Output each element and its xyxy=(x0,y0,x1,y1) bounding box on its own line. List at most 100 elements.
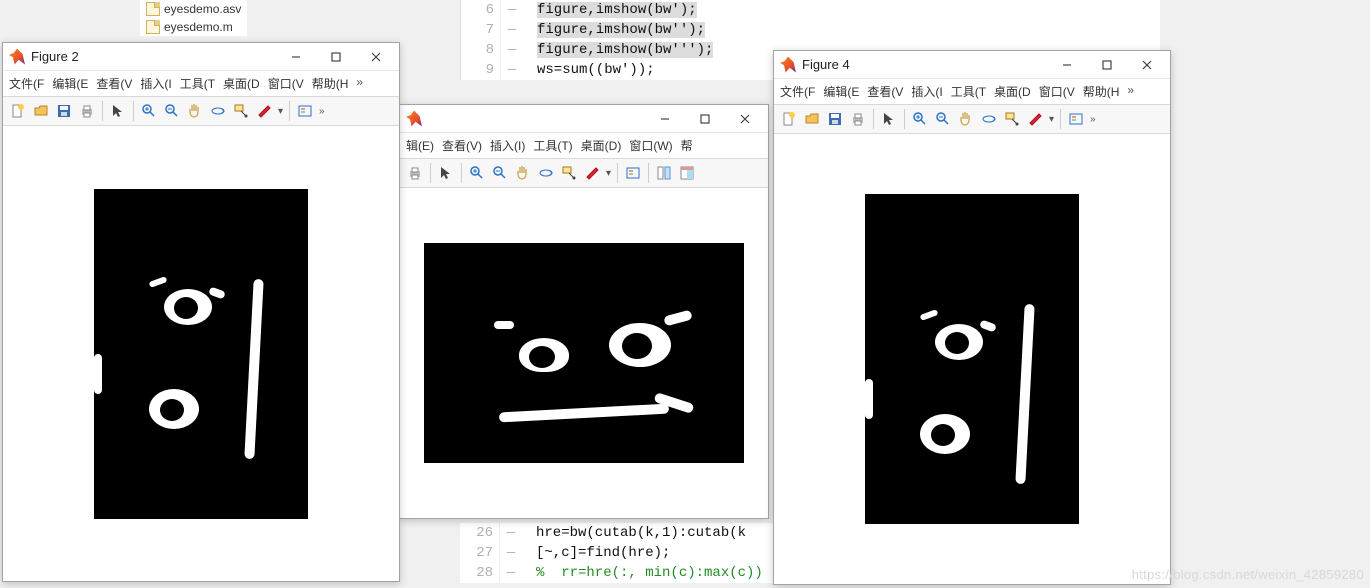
maximize-button[interactable] xyxy=(319,47,353,67)
figure-window-2[interactable]: Figure 2 文件(F 编辑(E 查看(V 插入(I 工具(T 桌面(D 窗… xyxy=(2,42,400,582)
dropdown-chevron-icon[interactable]: ▾ xyxy=(604,168,613,179)
menu-desktop[interactable]: 桌面(D xyxy=(221,74,262,93)
rotate3d-icon[interactable] xyxy=(978,108,1000,130)
zoom-in-icon[interactable] xyxy=(466,162,488,184)
menu-desktop[interactable]: 桌面(D xyxy=(992,82,1033,101)
titlebar[interactable] xyxy=(400,105,768,133)
menu-view[interactable]: 查看(V xyxy=(865,82,905,101)
pan-icon[interactable] xyxy=(955,108,977,130)
titlebar[interactable]: Figure 4 xyxy=(774,51,1170,79)
minimize-button[interactable] xyxy=(648,109,682,129)
menu-file[interactable]: 文件(F xyxy=(7,74,46,93)
save-icon[interactable] xyxy=(824,108,846,130)
menu-edit[interactable]: 编辑(E xyxy=(50,74,90,93)
print-icon[interactable] xyxy=(76,100,98,122)
menu-window[interactable]: 窗口(W) xyxy=(627,136,674,155)
panel-icon[interactable] xyxy=(676,162,698,184)
close-button[interactable] xyxy=(1130,55,1164,75)
save-icon[interactable] xyxy=(53,100,75,122)
maximize-button[interactable] xyxy=(688,109,722,129)
file-item[interactable]: eyesdemo.m xyxy=(140,18,247,36)
file-item[interactable]: eyesdemo.asv xyxy=(140,0,247,18)
menu-tools[interactable]: 工具(T xyxy=(178,74,217,93)
zoom-out-icon[interactable] xyxy=(489,162,511,184)
figure-axes[interactable] xyxy=(400,188,768,518)
insert-legend-icon[interactable] xyxy=(622,162,644,184)
brush-icon[interactable] xyxy=(253,100,275,122)
zoom-out-icon[interactable] xyxy=(161,100,183,122)
data-cursor-icon[interactable] xyxy=(1001,108,1023,130)
pan-icon[interactable] xyxy=(184,100,206,122)
insert-legend-icon[interactable] xyxy=(294,100,316,122)
open-folder-icon[interactable] xyxy=(30,100,52,122)
separator xyxy=(289,101,290,121)
menu-insert[interactable]: 插入(I xyxy=(909,82,944,101)
close-button[interactable] xyxy=(359,47,393,67)
pan-icon[interactable] xyxy=(512,162,534,184)
brush-icon[interactable] xyxy=(581,162,603,184)
separator xyxy=(904,109,905,129)
dropdown-chevron-icon[interactable]: ▾ xyxy=(1047,114,1056,125)
maximize-button[interactable] xyxy=(1090,55,1124,75)
menu-desktop[interactable]: 桌面(D) xyxy=(579,136,624,155)
menu-insert[interactable]: 插入(I) xyxy=(488,136,527,155)
pointer-icon[interactable] xyxy=(435,162,457,184)
data-cursor-icon[interactable] xyxy=(230,100,252,122)
figure-window-4[interactable]: Figure 4 文件(F 编辑(E 查看(V 插入(I 工具(T 桌面(D 窗… xyxy=(773,50,1171,585)
dropdown-chevron-icon[interactable]: ▾ xyxy=(276,106,285,117)
matlab-logo-icon xyxy=(9,49,25,65)
toolbar: ▾ » xyxy=(774,105,1170,134)
new-file-icon[interactable] xyxy=(7,100,29,122)
zoom-in-icon[interactable] xyxy=(138,100,160,122)
data-cursor-icon[interactable] xyxy=(558,162,580,184)
separator xyxy=(102,101,103,121)
titlebar[interactable]: Figure 2 xyxy=(3,43,399,71)
menu-tools[interactable]: 工具(T xyxy=(949,82,988,101)
rotate3d-icon[interactable] xyxy=(535,162,557,184)
print-icon[interactable] xyxy=(847,108,869,130)
rotate3d-icon[interactable] xyxy=(207,100,229,122)
insert-legend-icon[interactable] xyxy=(1065,108,1087,130)
pointer-icon[interactable] xyxy=(107,100,129,122)
menu-view[interactable]: 查看(V xyxy=(94,74,134,93)
minimize-button[interactable] xyxy=(279,47,313,67)
figure-axes[interactable] xyxy=(3,126,399,581)
pointer-icon[interactable] xyxy=(878,108,900,130)
menu-edit[interactable]: 辑(E) xyxy=(404,136,436,155)
zoom-in-icon[interactable] xyxy=(909,108,931,130)
open-folder-icon[interactable] xyxy=(801,108,823,130)
menu-insert[interactable]: 插入(I xyxy=(138,74,173,93)
close-button[interactable] xyxy=(728,109,762,129)
layout-icon[interactable] xyxy=(653,162,675,184)
print-icon[interactable] xyxy=(404,162,426,184)
zoom-out-icon[interactable] xyxy=(932,108,954,130)
menu-help[interactable]: 帮助(H xyxy=(1081,82,1122,101)
fold-dash: — xyxy=(501,0,523,20)
minimize-button[interactable] xyxy=(1050,55,1084,75)
menu-window[interactable]: 窗口(V xyxy=(1037,82,1077,101)
new-file-icon[interactable] xyxy=(778,108,800,130)
menu-edit[interactable]: 编辑(E xyxy=(821,82,861,101)
line-number: 6 xyxy=(461,0,501,20)
figure-window-3[interactable]: 辑(E) 查看(V) 插入(I) 工具(T) 桌面(D) 窗口(W) 帮 ▾ xyxy=(399,104,769,519)
code-text: figure,imshow(bw''); xyxy=(537,22,705,38)
menubar[interactable]: 辑(E) 查看(V) 插入(I) 工具(T) 桌面(D) 窗口(W) 帮 xyxy=(400,133,768,159)
overflow-chevron-icon[interactable]: » xyxy=(1088,114,1098,125)
menu-help[interactable]: 帮 xyxy=(679,136,695,155)
overflow-chevron-icon[interactable]: » xyxy=(317,106,327,117)
separator xyxy=(617,163,618,183)
toolbar: ▾ » xyxy=(3,97,399,126)
brush-icon[interactable] xyxy=(1024,108,1046,130)
menu-tools[interactable]: 工具(T) xyxy=(531,136,574,155)
menu-view[interactable]: 查看(V) xyxy=(440,136,484,155)
menu-file[interactable]: 文件(F xyxy=(778,82,817,101)
chevron-right-icon[interactable]: » xyxy=(354,74,365,93)
menu-window[interactable]: 窗口(V xyxy=(266,74,306,93)
figure-axes[interactable] xyxy=(774,134,1170,584)
chevron-right-icon[interactable]: » xyxy=(1125,82,1136,101)
menu-help[interactable]: 帮助(H xyxy=(310,74,351,93)
separator xyxy=(133,101,134,121)
menubar[interactable]: 文件(F 编辑(E 查看(V 插入(I 工具(T 桌面(D 窗口(V 帮助(H … xyxy=(3,71,399,97)
fold-dash: — xyxy=(501,20,523,40)
menubar[interactable]: 文件(F 编辑(E 查看(V 插入(I 工具(T 桌面(D 窗口(V 帮助(H … xyxy=(774,79,1170,105)
